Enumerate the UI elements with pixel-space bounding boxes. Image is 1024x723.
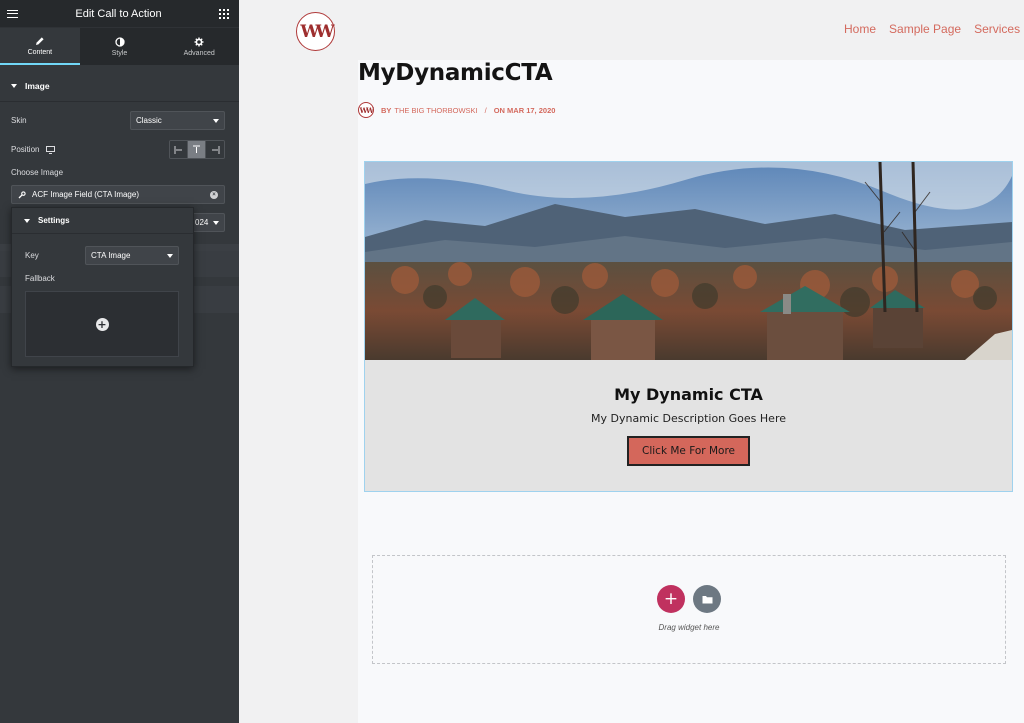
nav-link-sample-page[interactable]: Sample Page — [889, 22, 961, 36]
section-image-toggle[interactable]: Image — [0, 70, 239, 102]
plus-icon: + — [663, 588, 679, 609]
skin-control: Skin Classic — [11, 111, 225, 130]
post-meta: WW BY THE BIG THORBOWSKI / ON MAR 17, 20… — [358, 102, 555, 118]
wrench-icon — [18, 190, 26, 198]
logo-letter: W — [315, 21, 335, 42]
skin-select-value: Classic — [136, 116, 162, 125]
tab-advanced[interactable]: Advanced — [159, 28, 239, 65]
add-image-icon: + — [95, 317, 109, 331]
hamburger-menu-icon[interactable] — [7, 9, 18, 18]
cta-image — [365, 162, 1012, 360]
position-left-button[interactable] — [170, 141, 188, 158]
fallback-image-picker[interactable]: + — [25, 291, 179, 357]
add-section-dropzone[interactable]: + Drag widget here — [372, 555, 1006, 664]
panel-title: Edit Call to Action — [75, 7, 162, 20]
logo-letter: W — [300, 21, 319, 42]
key-select[interactable]: CTA Image — [85, 246, 179, 265]
section-image-title: Image — [25, 80, 50, 91]
nav-link-services[interactable]: Services — [974, 22, 1020, 36]
choose-image-label: Choose Image — [11, 168, 64, 177]
position-top-button[interactable] — [188, 141, 206, 158]
position-control: Position — [11, 140, 225, 159]
skin-select[interactable]: Classic — [130, 111, 225, 130]
mountain-cabins-photo — [365, 162, 1012, 360]
position-label: Position — [11, 145, 40, 154]
meta-author-link[interactable]: THE BIG THORBOWSKI — [394, 106, 477, 115]
dynamic-settings-popover: Settings Key CTA Image Fallback + — [11, 207, 194, 367]
site-header: WW Home Sample Page Services — [239, 0, 1024, 60]
align-right-icon — [211, 145, 219, 154]
add-section-button[interactable]: + — [657, 585, 685, 613]
chevron-down-icon — [213, 118, 219, 123]
remove-dynamic-tag-icon[interactable]: × — [210, 190, 218, 199]
caret-down-icon — [11, 83, 17, 88]
post-title: MyDynamicCTA — [358, 60, 553, 86]
image-size-value: 024 — [195, 218, 209, 227]
dropzone-hint: Drag widget here — [658, 623, 720, 632]
caret-down-icon — [24, 218, 30, 223]
panel-tabs: Content Style Advanced — [0, 27, 239, 65]
meta-by: BY — [381, 105, 392, 115]
align-left-icon — [174, 145, 182, 154]
key-control: Key CTA Image — [25, 246, 179, 265]
key-select-value: CTA Image — [91, 251, 131, 260]
folder-icon — [702, 595, 712, 603]
tab-content-label: Content — [27, 48, 53, 56]
settings-header[interactable]: Settings — [12, 208, 193, 234]
call-to-action-widget[interactable]: My Dynamic CTA My Dynamic Description Go… — [364, 161, 1013, 492]
desktop-icon[interactable] — [46, 145, 56, 154]
main-nav: Home Sample Page Services — [844, 22, 1020, 36]
tab-style-label: Style — [111, 49, 128, 57]
position-button-group — [169, 140, 225, 159]
dynamic-tag-field[interactable]: ACF Image Field (CTA Image) × — [11, 185, 225, 204]
post-content: MyDynamicCTA WW BY THE BIG THORBOWSKI / … — [358, 60, 1024, 723]
meta-separator: / — [484, 105, 487, 115]
half-circle-icon — [114, 36, 125, 47]
chevron-down-icon — [213, 220, 219, 225]
fallback-control: Fallback — [25, 274, 179, 283]
cta-content: My Dynamic CTA My Dynamic Description Go… — [365, 360, 1012, 491]
cta-description: My Dynamic Description Goes Here — [591, 412, 786, 425]
gear-icon — [194, 37, 204, 46]
cta-button[interactable]: Click Me For More — [627, 436, 750, 466]
widgets-grid-icon[interactable] — [219, 8, 229, 19]
chevron-down-icon — [167, 253, 173, 258]
meta-date: ON MAR 17, 2020 — [493, 105, 556, 115]
author-avatar[interactable]: WW — [358, 102, 374, 118]
choose-image-control: Choose Image — [11, 168, 225, 177]
skin-label: Skin — [11, 116, 27, 125]
key-label: Key — [25, 251, 39, 260]
add-template-button[interactable] — [693, 585, 721, 613]
editor-panel: Edit Call to Action Content Style Advanc… — [0, 0, 239, 723]
fallback-label: Fallback — [25, 274, 55, 283]
tab-content[interactable]: Content — [0, 28, 80, 65]
position-right-button[interactable] — [206, 141, 224, 158]
align-top-icon — [193, 145, 200, 153]
nav-link-home[interactable]: Home — [844, 22, 876, 36]
tab-style[interactable]: Style — [80, 28, 160, 65]
site-logo[interactable]: WW — [296, 12, 335, 51]
cta-title: My Dynamic CTA — [614, 385, 763, 404]
panel-header: Edit Call to Action — [0, 0, 239, 27]
site-preview: WW Home Sample Page Services MyDynamicCT… — [239, 0, 1024, 723]
pencil-icon — [35, 36, 44, 45]
tab-advanced-label: Advanced — [183, 49, 215, 57]
settings-title: Settings — [38, 216, 70, 225]
dynamic-tag-value: ACF Image Field (CTA Image) — [32, 190, 139, 199]
